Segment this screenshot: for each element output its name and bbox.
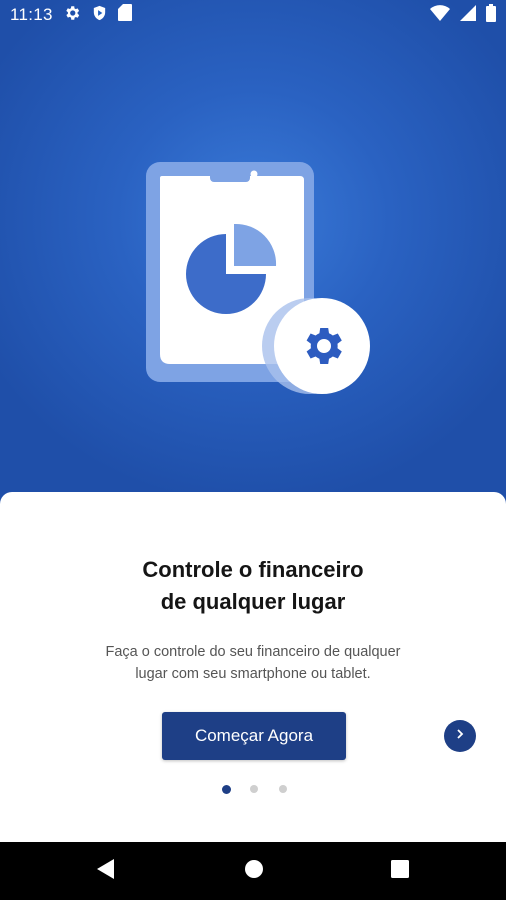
recents-button[interactable] bbox=[370, 842, 430, 900]
sd-card-icon bbox=[117, 4, 132, 26]
battery-icon bbox=[486, 3, 496, 27]
title-line-1: Controle o financeiro bbox=[142, 557, 364, 582]
page-dot-active[interactable] bbox=[222, 784, 231, 794]
signal-icon bbox=[460, 4, 476, 26]
chevron-right-icon bbox=[454, 727, 466, 745]
home-icon bbox=[244, 859, 264, 884]
next-button[interactable] bbox=[444, 720, 476, 752]
title-line-2: de qualquer lugar bbox=[160, 589, 346, 614]
status-time: 11:13 bbox=[10, 5, 53, 24]
subtitle-line-2: lugar com seu smartphone ou tablet. bbox=[135, 666, 371, 682]
home-button[interactable] bbox=[224, 842, 284, 900]
subtitle-line-1: Faça o controle do seu financeiro de qua… bbox=[105, 644, 401, 660]
page-indicator bbox=[0, 784, 506, 797]
page-dot[interactable] bbox=[250, 785, 258, 793]
recents-icon bbox=[391, 859, 409, 883]
status-bar: 11:13 bbox=[0, 0, 506, 30]
page-dot[interactable] bbox=[279, 785, 287, 793]
gear-icon bbox=[63, 4, 81, 27]
start-now-button[interactable]: Começar Agora bbox=[162, 712, 346, 760]
wifi-icon bbox=[430, 4, 450, 26]
system-nav-bar bbox=[0, 842, 506, 900]
back-button[interactable] bbox=[76, 842, 136, 900]
shield-play-icon bbox=[91, 4, 108, 27]
onboarding-subtitle: Faça o controle do seu financeiro de qua… bbox=[60, 641, 446, 685]
onboarding-card: Controle o financeiro de qualquer lugar … bbox=[0, 492, 506, 842]
back-icon bbox=[97, 858, 115, 884]
onboarding-title: Controle o financeiro de qualquer lugar bbox=[0, 554, 506, 618]
tablet-pie-chart-gear-icon bbox=[140, 160, 380, 400]
